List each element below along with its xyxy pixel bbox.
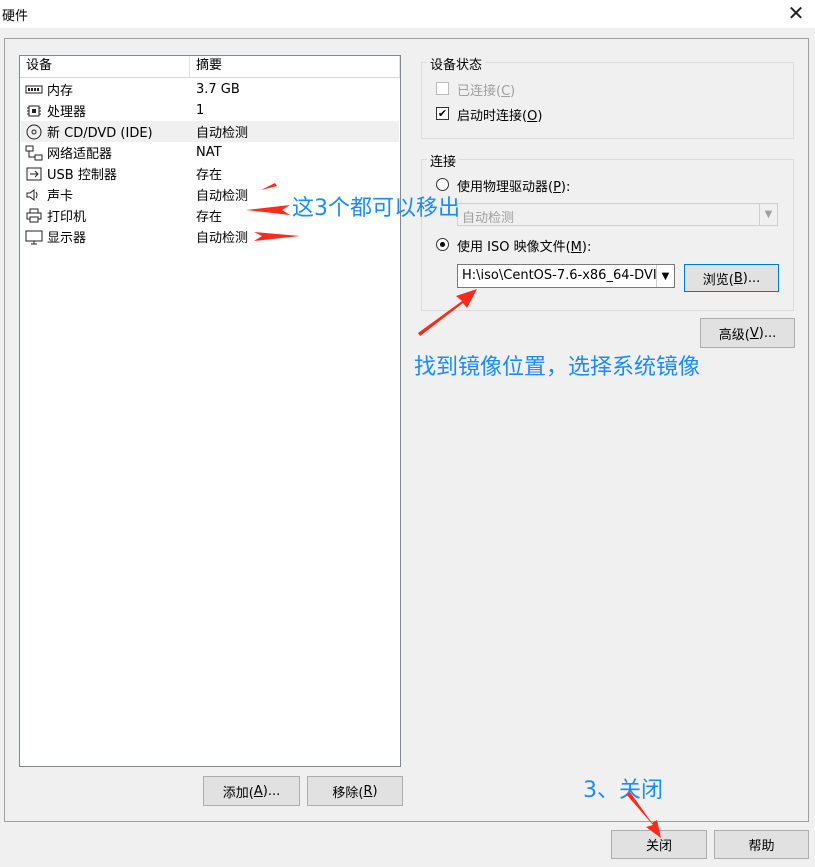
memory-icon: [25, 85, 43, 93]
device-name: 内存: [47, 84, 74, 99]
device-summary: 存在: [196, 168, 223, 183]
physical-drive-value: 自动检测: [462, 211, 515, 226]
annotation-close-hint: 3、关闭: [583, 778, 663, 803]
device-summary: NAT: [196, 145, 222, 160]
connect-at-power-on-checkbox[interactable]: ✔: [436, 107, 449, 120]
browse-button-suffix: )...: [742, 270, 761, 286]
chevron-down-icon: ▼: [759, 204, 777, 225]
cd-dvd-icon: [26, 124, 42, 139]
device-row-memory[interactable]: 内存 3.7 GB: [21, 79, 399, 100]
add-button-label: 添加(: [222, 785, 254, 801]
device-row-cd-dvd[interactable]: 新 CD/DVD (IDE) 自动检测: [21, 121, 399, 142]
device-summary: 1: [196, 103, 205, 118]
chevron-down-icon[interactable]: ▼: [656, 265, 674, 287]
add-button[interactable]: 添加(A)...: [203, 776, 300, 806]
close-icon[interactable]: ✕: [785, 2, 807, 24]
annotation-remove-hint: 这3个都可以移出: [292, 196, 460, 221]
device-name: 打印机: [47, 210, 87, 225]
device-row-cpu[interactable]: 处理器 1: [21, 100, 399, 121]
iso-path-value: H:\iso\CentOS-7.6-x86_64-DVI: [462, 268, 656, 283]
browse-button-key: B: [733, 270, 743, 286]
device-row-display[interactable]: 显示器 自动检测: [21, 226, 399, 247]
connection-title: 连接: [427, 151, 460, 170]
connect-at-power-on-label: 启动时连接(O): [457, 109, 543, 124]
device-summary: 自动检测: [196, 231, 249, 246]
network-adapter-icon: [25, 145, 43, 160]
device-summary: 自动检测: [196, 126, 249, 141]
remove-button-key: R: [363, 783, 373, 799]
browse-button[interactable]: 浏览(B)...: [684, 264, 779, 292]
advanced-button-suffix: )...: [758, 325, 777, 341]
advanced-button-label: 高级(: [718, 327, 750, 343]
help-button[interactable]: 帮助: [714, 830, 809, 859]
speaker-icon: [26, 188, 38, 201]
monitor-icon: [25, 230, 43, 244]
device-name: 处理器: [47, 105, 87, 120]
window-title: 硬件: [2, 9, 29, 24]
title-bar: 硬件 ✕: [0, 0, 815, 28]
cpu-icon: [27, 105, 41, 116]
advanced-button[interactable]: 高级(V)...: [700, 318, 795, 348]
device-name: 声卡: [47, 189, 74, 204]
add-button-key: A: [253, 783, 263, 799]
iso-file-radio[interactable]: [436, 238, 449, 251]
device-name: 显示器: [47, 231, 87, 246]
printer-icon: [26, 208, 42, 222]
remove-button-suffix: ): [372, 783, 378, 799]
device-summary: 自动检测: [196, 189, 249, 204]
physical-drive-label: 使用物理驱动器(P):: [457, 180, 571, 195]
remove-button[interactable]: 移除(R): [307, 776, 403, 806]
physical-drive-select[interactable]: 自动检测 ▼: [457, 203, 778, 226]
device-name: 新 CD/DVD (IDE): [47, 126, 153, 141]
device-summary: 3.7 GB: [196, 82, 240, 97]
close-button[interactable]: 关闭: [611, 830, 707, 859]
advanced-button-key: V: [749, 325, 759, 341]
column-header-summary[interactable]: 摘要: [190, 56, 400, 78]
device-list-header: 设备 摘要: [20, 56, 400, 78]
device-row-usb[interactable]: USB 控制器 存在: [21, 163, 399, 184]
device-name: USB 控制器: [47, 168, 117, 183]
connected-checkbox[interactable]: [436, 82, 449, 95]
device-status-group: [421, 62, 794, 139]
browse-button-label: 浏览(: [702, 272, 734, 288]
device-status-title: 设备状态: [427, 54, 486, 73]
column-header-device[interactable]: 设备: [20, 56, 190, 78]
device-list[interactable]: 设备 摘要 内存 3.7 GB 处理器 1 新 CD/DVD (IDE) 自动检…: [19, 55, 401, 767]
iso-path-combo[interactable]: H:\iso\CentOS-7.6-x86_64-DVI ▼: [457, 264, 675, 288]
usb-icon: [26, 167, 42, 180]
annotation-iso-hint: 找到镜像位置，选择系统镜像: [414, 355, 701, 380]
add-button-suffix: )...: [262, 783, 281, 799]
device-name: 网络适配器: [47, 147, 113, 162]
iso-file-label: 使用 ISO 映像文件(M):: [457, 240, 592, 255]
device-summary: 存在: [196, 210, 223, 225]
connected-label: 已连接(C): [457, 84, 516, 99]
device-row-network[interactable]: 网络适配器 NAT: [21, 142, 399, 163]
remove-button-label: 移除(: [332, 785, 364, 801]
